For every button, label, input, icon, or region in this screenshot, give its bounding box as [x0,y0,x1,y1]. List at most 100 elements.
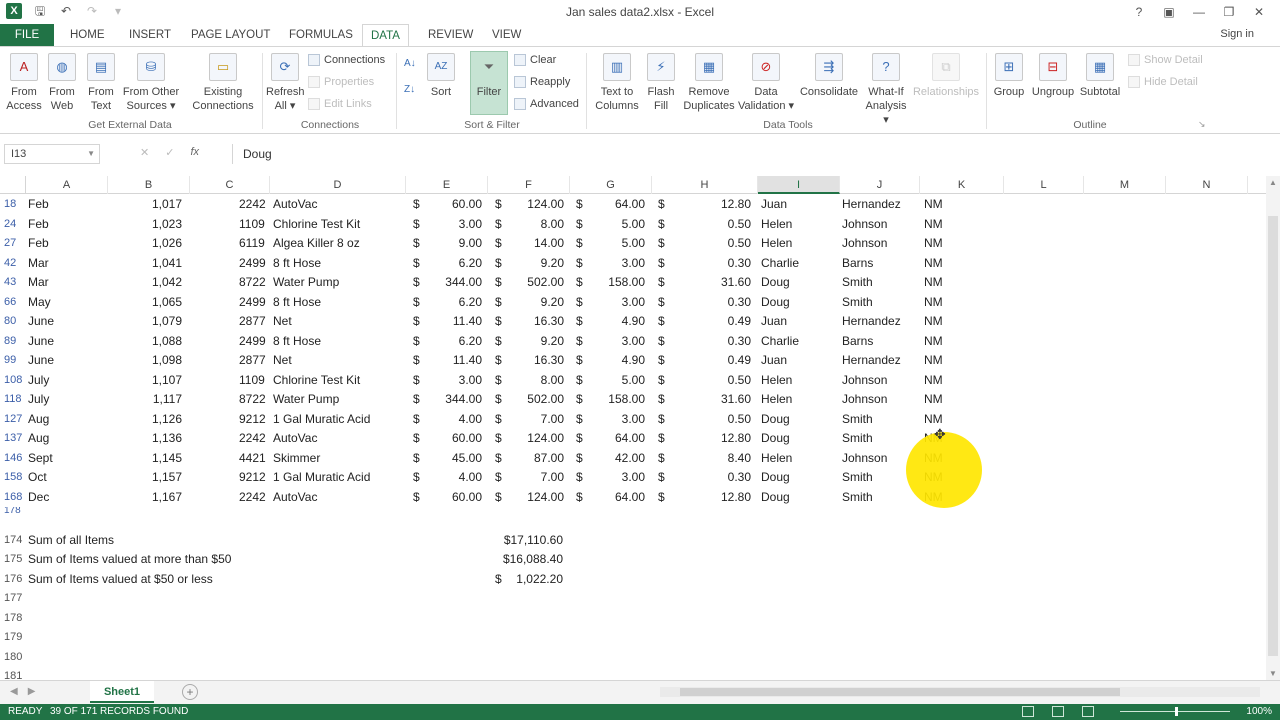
clear-filter-button[interactable]: Clear [514,53,556,67]
cell-first-name[interactable]: Doug [761,293,837,312]
cell-month[interactable]: Sept [28,449,88,468]
cell-item-number[interactable]: 6119 [239,234,269,253]
cell-description[interactable]: 8 ft Hose [273,254,403,273]
cell-first-name[interactable]: Doug [761,429,837,448]
cell-first-name[interactable]: Charlie [761,332,837,351]
column-header-e[interactable]: E [406,176,488,194]
cell-last-name[interactable]: Hernandez [842,351,918,370]
data-validation-button[interactable]: ⊘ Data Validation ▾ [736,53,796,113]
cell-first-name[interactable]: Charlie [761,254,837,273]
show-detail-button[interactable]: Show Detail [1128,53,1203,67]
row-number[interactable]: 43 [0,273,26,292]
cell-item-number[interactable]: 1109 [239,371,269,390]
column-header-b[interactable]: B [108,176,190,194]
cell-commission[interactable]: 12.80 [665,195,751,214]
insert-function-icon[interactable]: fx [190,146,199,159]
cell-last-name[interactable]: Barns [842,254,918,273]
cell-month[interactable]: Aug [28,429,88,448]
cell-price[interactable]: 124.00 [502,195,564,214]
cell-cost[interactable]: 60.00 [420,429,482,448]
from-web-button[interactable]: ◍ From Web [46,53,78,113]
row-number[interactable]: 158 [0,468,26,487]
row-number[interactable]: 174 [0,531,26,550]
redo-icon[interactable]: ↷ [84,3,100,19]
subtotal-button[interactable]: ▦ Subtotal [1078,53,1122,99]
column-header-i[interactable]: I [758,176,840,194]
cell-commission[interactable]: 0.50 [665,234,751,253]
row-number[interactable]: 178 [0,507,26,515]
row-number[interactable]: 175 [0,550,26,569]
sort-button[interactable]: AZ Sort [426,53,456,99]
cell-commission[interactable]: 12.80 [665,488,751,507]
summary-value[interactable]: $17,110.60 [495,531,563,550]
cell-price[interactable]: 9.20 [502,332,564,351]
cell-first-name[interactable]: Doug [761,488,837,507]
cell-invoice[interactable]: 1,126 [108,410,182,429]
ungroup-button[interactable]: ⊟ Ungroup [1030,53,1076,99]
cell-last-name[interactable]: Smith [842,488,918,507]
maximize-icon[interactable]: ❐ [1216,2,1242,22]
cell-price[interactable]: 8.00 [502,215,564,234]
cell-commission[interactable]: 31.60 [665,390,751,409]
worksheet-grid[interactable]: ABCDEFGHIJKLMN 18 Feb 1,017 2242 AutoVac $60.… [0,176,1266,680]
cell-description[interactable]: Water Pump [273,390,403,409]
page-break-view-icon[interactable] [1082,706,1094,717]
save-icon[interactable]: 🖫 [32,3,48,19]
cell-first-name[interactable]: Helen [761,234,837,253]
cell-price[interactable]: 87.00 [502,449,564,468]
row-number[interactable]: 66 [0,293,26,312]
cell-price[interactable]: 502.00 [502,390,564,409]
scroll-down-icon[interactable]: ▼ [1268,669,1278,678]
column-header-f[interactable]: F [488,176,570,194]
cell-commission[interactable]: 0.30 [665,332,751,351]
minimize-icon[interactable]: — [1186,2,1212,22]
column-header-j[interactable]: J [840,176,920,194]
edit-links-button[interactable]: Edit Links [308,97,372,111]
summary-label[interactable]: Sum of Items valued at $50 or less [28,570,388,589]
cell-item-number[interactable]: 2499 [239,254,269,273]
cell-first-name[interactable]: Doug [761,468,837,487]
cell-price[interactable]: 16.30 [502,351,564,370]
tab-formulas[interactable]: FORMULAS [281,24,361,46]
column-header-c[interactable]: C [190,176,270,194]
cell-month[interactable]: Feb [28,215,88,234]
cell-item-number[interactable]: 2877 [239,351,269,370]
cell-month[interactable]: Feb [28,195,88,214]
cell-last-name[interactable]: Johnson [842,215,918,234]
hide-detail-button[interactable]: Hide Detail [1128,75,1198,89]
cell-item-number[interactable]: 2499 [239,293,269,312]
cell-last-name[interactable]: Barns [842,332,918,351]
row-number[interactable]: 118 [0,390,26,409]
cell-cost[interactable]: 6.20 [420,293,482,312]
text-to-columns-button[interactable]: ▥ Text to Columns [594,53,640,113]
cell-item-number[interactable]: 9212 [239,410,269,429]
cell-description[interactable]: 1 Gal Muratic Acid [273,468,403,487]
cell-last-name[interactable]: Hernandez [842,312,918,331]
cell-cost[interactable]: 3.00 [420,371,482,390]
cell-description[interactable]: AutoVac [273,488,403,507]
summary-value[interactable]: 1,022.20 [495,570,563,589]
cell-item-number[interactable]: 4421 [239,449,269,468]
row-number[interactable]: 42 [0,254,26,273]
column-header-a[interactable]: A [26,176,108,194]
sort-ascending-icon[interactable]: A↓ [404,57,416,71]
refresh-all-button[interactable]: ⟳ Refresh All ▾ [266,53,305,113]
summary-value[interactable]: $16,088.40 [495,550,563,569]
cell-state[interactable]: NM [924,332,964,351]
cell-price[interactable]: 124.00 [502,488,564,507]
cell-cost[interactable]: 11.40 [420,351,482,370]
enter-icon[interactable]: ✓ [165,146,174,159]
cell-price[interactable]: 124.00 [502,429,564,448]
column-header-d[interactable]: D [270,176,406,194]
column-header-h[interactable]: H [652,176,758,194]
advanced-filter-button[interactable]: Advanced [514,97,579,111]
cell-commission[interactable]: 8.40 [665,449,751,468]
remove-duplicates-button[interactable]: ▦ Remove Duplicates [682,53,736,113]
cell-profit[interactable]: 3.00 [583,410,645,429]
ribbon-display-icon[interactable]: ▣ [1156,2,1182,22]
cell-price[interactable]: 9.20 [502,293,564,312]
sign-in-link[interactable]: Sign in [1220,28,1254,40]
formula-input[interactable]: Doug [232,144,1268,164]
tab-data[interactable]: DATA [362,24,409,46]
cell-commission[interactable]: 0.49 [665,312,751,331]
